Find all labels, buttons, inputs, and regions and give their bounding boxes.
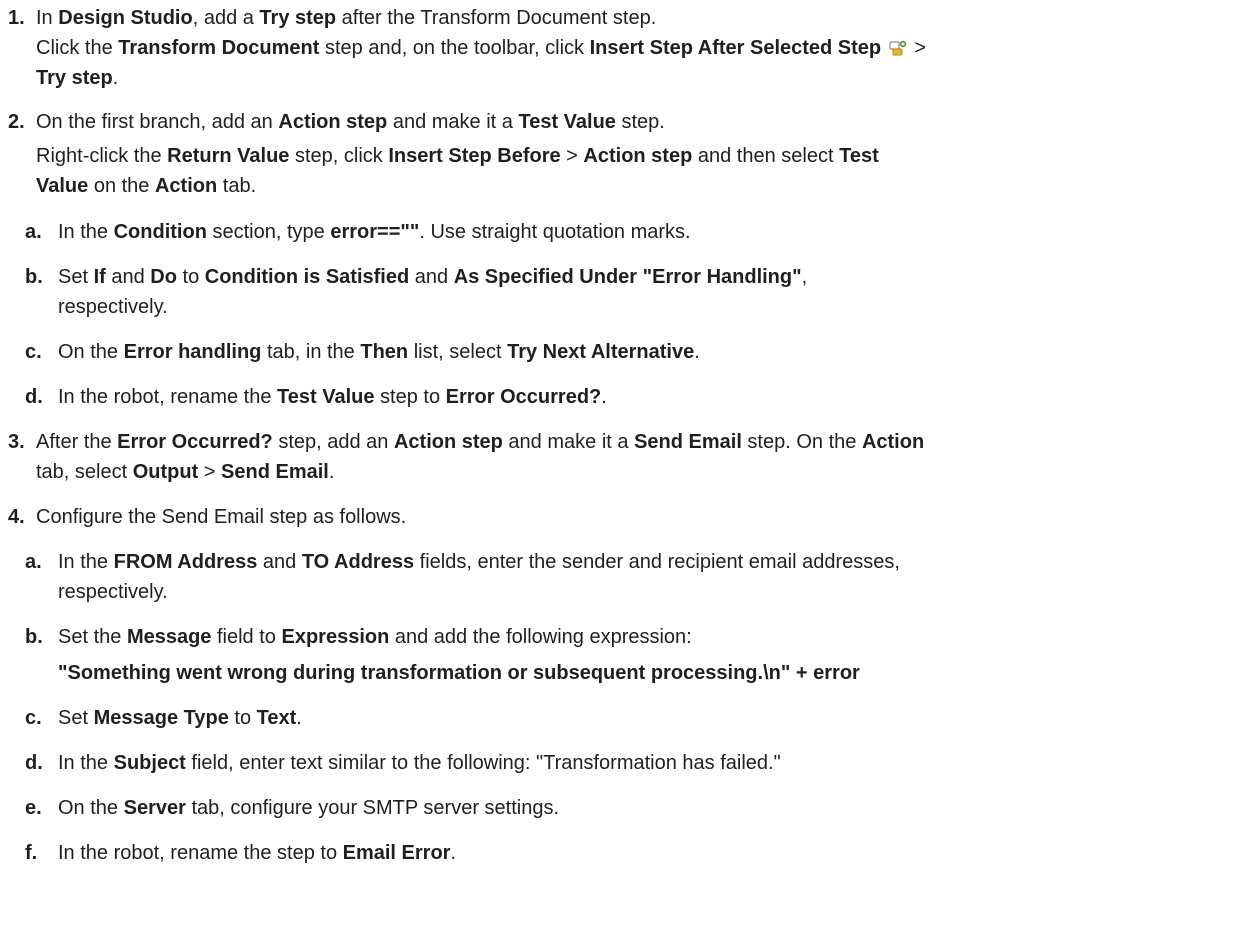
step-number: 4. [8,506,25,528]
step-4-substep-d: d. In the Subject field, enter text simi… [4,748,1222,778]
step-4: 4. Configure the Send Email step as foll… [4,502,1222,532]
message-expression: "Something went wrong during transformat… [58,662,860,684]
step-3-line-2: tab, select Output > Send Email. [36,461,335,483]
instructions-document: 1. In Design Studio, add a Try step afte… [0,0,1240,868]
step-1-line-3: Try step. [36,67,119,89]
step-3: 3. After the Error Occurred? step, add a… [4,427,1222,487]
substep-letter: e. [25,797,42,819]
step-4-substep-f: f. In the robot, rename the step to Emai… [4,838,1222,868]
step-1: 1. In Design Studio, add a Try step afte… [4,3,1222,93]
step-4-substep-e: e. On the Server tab, configure your SMT… [4,793,1222,823]
step-2-line-1: On the first branch, add an Action step … [36,111,665,133]
step-2-substep-a: a. In the Condition section, type error=… [4,217,1222,247]
substep-letter: b. [25,626,43,648]
substep-letter: c. [25,341,42,363]
step-2-substep-d: d. In the robot, rename the Test Value s… [4,382,1222,412]
step-4-substep-b: b. Set the Message field to Expression a… [4,622,1222,688]
substep-letter: a. [25,221,42,243]
step-1-line-2: Click the Transform Document step and, o… [36,36,926,59]
step-4-substep-a: a. In the FROM Address and TO Address fi… [4,547,1222,607]
substep-letter: d. [25,386,43,408]
step-3-line-1: After the Error Occurred? step, add an A… [36,431,925,453]
step-4-line-1: Configure the Send Email step as follows… [36,506,407,528]
step-4-substep-c: c. Set Message Type to Text. [4,703,1222,733]
substep-letter: d. [25,752,43,774]
substep-letter: b. [25,266,43,288]
step-2-substep-b: b. Set If and Do to Condition is Satisfi… [4,262,1222,322]
step-2-substep-c: c. On the Error handling tab, in the The… [4,337,1222,367]
step-number: 1. [8,7,25,29]
step-number: 3. [8,431,25,453]
substep-letter: a. [25,551,42,573]
step-2-line-3: Value on the Action tab. [36,175,257,197]
step-2-line-2: Right-click the Return Value step, click… [36,145,879,167]
substep-letter: f. [25,842,38,864]
step-2: 2. On the first branch, add an Action st… [4,107,1222,201]
insert-step-after-icon [889,36,907,56]
step-1-line-1: In Design Studio, add a Try step after t… [36,7,657,29]
step-number: 2. [8,111,25,133]
substep-letter: c. [25,707,42,729]
